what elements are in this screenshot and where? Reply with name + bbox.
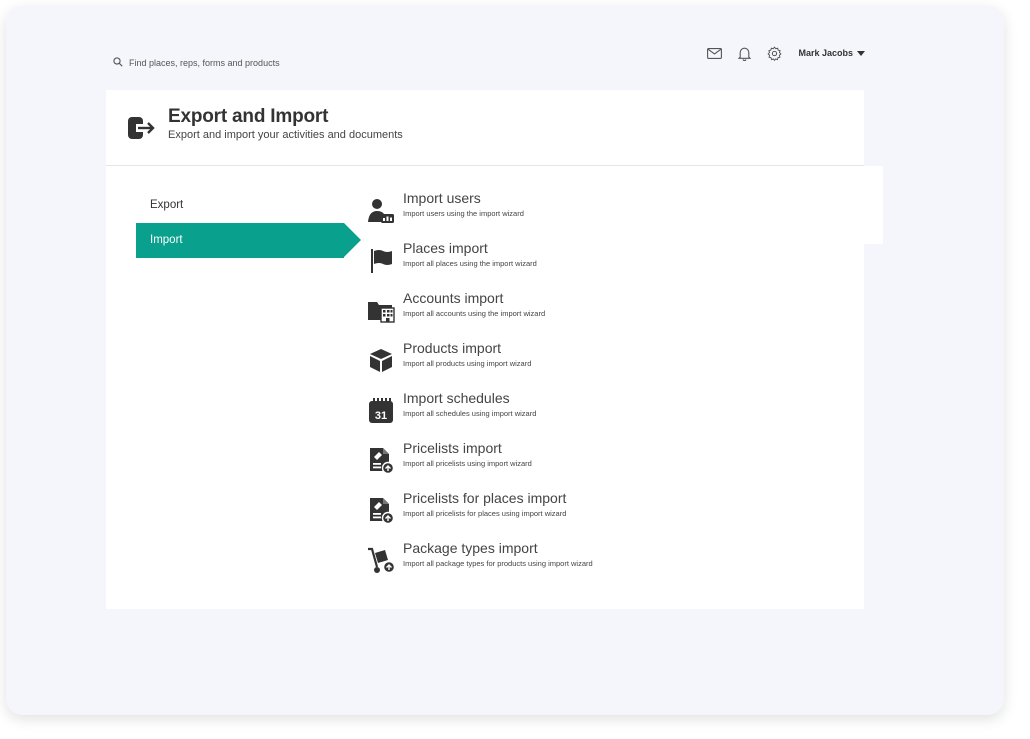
pricelists-for-places-import-item[interactable]: Pricelists for places import Import all … <box>366 490 766 530</box>
pricelists-import-item[interactable]: Pricelists import Import all pricelists … <box>366 440 766 480</box>
item-description: Import all pricelists using import wizar… <box>403 459 532 468</box>
export-import-icon <box>127 115 157 141</box>
item-title[interactable]: Pricelists for places import <box>403 490 566 506</box>
content-strip <box>864 166 883 244</box>
topbar-actions: Mark Jacobs <box>706 45 865 61</box>
import-schedules-item[interactable]: 31 Import schedules Import all schedules… <box>366 390 766 430</box>
item-description: Import all package types for products us… <box>403 559 593 568</box>
page-title: Export and Import <box>168 106 329 127</box>
gear-icon[interactable] <box>766 45 782 61</box>
nav-item-import[interactable]: Import <box>136 223 361 258</box>
calendar-icon: 31 <box>366 395 396 425</box>
folder-building-icon <box>366 295 396 325</box>
search-placeholder[interactable]: Find places, reps, forms and products <box>129 58 280 68</box>
page-subtitle: Export and import your activities and do… <box>168 129 403 141</box>
item-description: Import all places using the import wizar… <box>403 259 537 268</box>
pricelist-upload-icon <box>366 495 396 525</box>
item-title[interactable]: Pricelists import <box>403 440 502 456</box>
caret-down-icon <box>857 50 865 56</box>
hand-truck-icon <box>366 545 396 575</box>
user-menu[interactable]: Mark Jacobs <box>798 48 865 58</box>
item-title[interactable]: Places import <box>403 240 488 256</box>
item-title[interactable]: Import schedules <box>403 390 510 406</box>
pricelist-upload-icon <box>366 445 396 475</box>
item-title[interactable]: Products import <box>403 340 501 356</box>
products-import-item[interactable]: Products import Import all products usin… <box>366 340 766 380</box>
item-title[interactable]: Accounts import <box>403 290 503 306</box>
mail-icon[interactable] <box>706 45 722 61</box>
main-panel: Export Import Import users Import users … <box>106 166 864 609</box>
box-icon <box>366 345 396 375</box>
places-import-item[interactable]: Places import Import all places using th… <box>366 240 766 280</box>
flag-icon <box>366 245 396 275</box>
item-description: Import all accounts using the import wiz… <box>403 309 546 318</box>
calendar-day-text: 31 <box>375 410 387 422</box>
user-import-icon <box>366 195 396 225</box>
bell-icon[interactable] <box>736 45 752 61</box>
item-title[interactable]: Package types import <box>403 540 538 556</box>
nav-item-export[interactable]: Export <box>136 188 344 223</box>
package-types-import-item[interactable]: Package types import Import all package … <box>366 540 766 580</box>
user-name: Mark Jacobs <box>798 48 853 58</box>
accounts-import-item[interactable]: Accounts import Import all accounts usin… <box>366 290 766 330</box>
search-bar[interactable]: Find places, reps, forms and products <box>113 54 280 72</box>
item-description: Import users using the import wizard <box>403 209 524 218</box>
item-description: Import all products using import wizard <box>403 359 532 368</box>
import-users-item[interactable]: Import users Import users using the impo… <box>366 190 766 230</box>
item-description: Import all pricelists for places using i… <box>403 509 567 518</box>
item-description: Import all schedules using import wizard <box>403 409 537 418</box>
page-header: Export and Import Export and import your… <box>106 90 864 166</box>
item-title[interactable]: Import users <box>403 190 481 206</box>
search-icon <box>113 54 123 72</box>
